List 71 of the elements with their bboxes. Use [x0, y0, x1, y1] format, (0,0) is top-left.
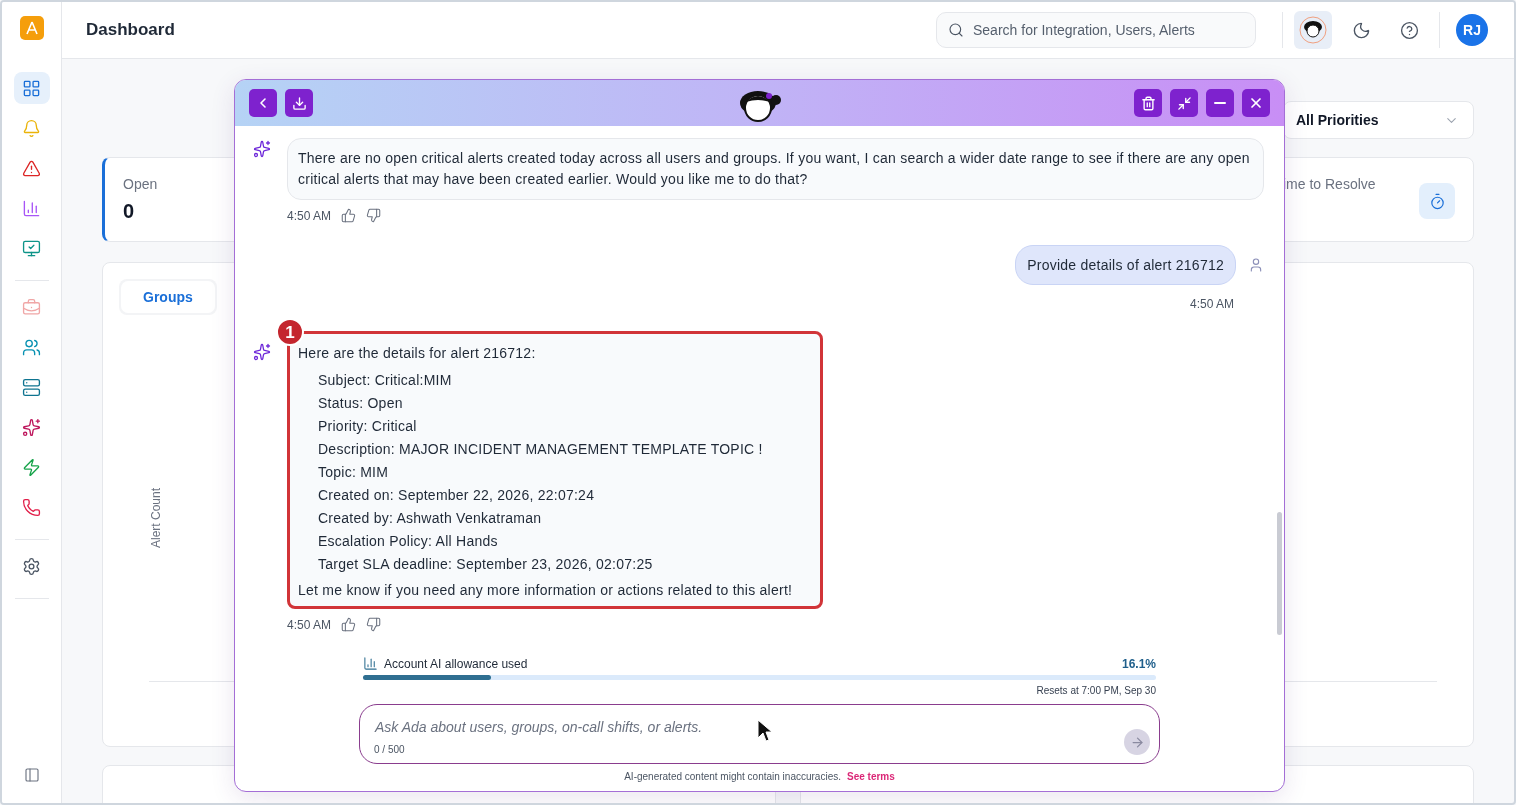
- char-counter: 0 / 500: [374, 744, 405, 755]
- dashboard-icon: [22, 78, 41, 98]
- warning-icon: [22, 158, 41, 178]
- detail-line: Priority: Critical: [317, 417, 418, 436]
- detail-line: Escalation Policy: All Hands: [317, 532, 499, 551]
- stat-label: Open: [123, 176, 158, 192]
- detail-line: Description: MAJOR INCIDENT MANAGEMENT TEMPLATE TOPIC !: [317, 440, 764, 459]
- collapse-button[interactable]: [1170, 89, 1198, 117]
- sidebar-toggle-icon[interactable]: [23, 767, 40, 783]
- user-icon: [1248, 257, 1264, 273]
- search-field[interactable]: Search for Integration, Users, Alerts: [936, 12, 1256, 48]
- thumbs-up-icon[interactable]: [341, 617, 357, 632]
- lightning-icon: [22, 457, 41, 477]
- sidebar-item[interactable]: [13, 72, 50, 104]
- axis-label: Alert Count: [149, 487, 163, 550]
- thumbs-down-icon[interactable]: [366, 617, 382, 632]
- page-title: Dashboard: [86, 20, 176, 40]
- detail-line: Subject: Critical:MIM: [317, 371, 453, 390]
- bar-chart-icon: [363, 656, 378, 671]
- message-text: Here are the details for alert 216712:: [298, 344, 537, 363]
- assistant-button[interactable]: [1294, 11, 1332, 49]
- thumbs-up-icon[interactable]: [341, 208, 357, 223]
- detail-line: Created by: Ashwath Venkatraman: [317, 509, 543, 528]
- tab[interactable]: Groups: [121, 281, 215, 313]
- bar-chart-icon: [22, 198, 41, 218]
- message-time: 4:50 AM: [1189, 297, 1234, 311]
- settings-icon: [22, 556, 41, 576]
- scrollbar[interactable]: [1277, 512, 1282, 635]
- detail-line: Status: Open: [317, 394, 404, 413]
- moon-icon: [1351, 20, 1371, 40]
- help-icon: [1399, 20, 1419, 40]
- annotation-badge: 1: [276, 318, 304, 346]
- priority-dropdown[interactable]: All Priorities: [1283, 101, 1474, 139]
- timer-icon: [1428, 192, 1446, 210]
- terms-link[interactable]: See terms: [847, 771, 895, 782]
- sparkles-icon: [22, 417, 41, 437]
- sparkle-icon: [253, 343, 271, 361]
- disclaimer-text: AI-generated content might contain inaccuracies.: [624, 771, 841, 782]
- collapse-arrows-icon: [1176, 95, 1192, 111]
- bell-icon: [22, 118, 41, 138]
- message-text: Let me know if you need any more information or actions related to this alert!: [298, 581, 794, 600]
- trash-icon: [1140, 95, 1156, 111]
- download-button[interactable]: [285, 89, 313, 117]
- detail-line: Topic: MIM: [317, 463, 390, 482]
- thumbs-down-icon[interactable]: [366, 208, 382, 223]
- allowance-reading: 16.1%: [1121, 656, 1156, 671]
- minimize-button[interactable]: [1206, 89, 1234, 117]
- message-time: 4:50 AM: [287, 617, 332, 632]
- monitor-icon: [22, 238, 41, 258]
- message-text: There are no open critical alerts created today across all users and groups. If you want, I can search a wider date range to see if there are any open critical alerts that may have been created earlier. Would you like me to do that?: [298, 149, 1251, 189]
- search-icon: [948, 22, 964, 38]
- back-button[interactable]: [249, 89, 277, 117]
- server-icon: [22, 377, 41, 397]
- user-message: Provide details of alert 216712: [1015, 245, 1236, 285]
- download-icon: [291, 95, 307, 111]
- reset-note: Resets at 7:00 PM, Sep 30: [1035, 685, 1156, 696]
- detail-line: Target SLA deadline: September 23, 2026, 02:07:25: [317, 555, 654, 574]
- clear-button[interactable]: [1134, 89, 1162, 117]
- close-button[interactable]: [1242, 89, 1270, 117]
- close-icon: [1248, 95, 1264, 111]
- cursor-icon: [757, 719, 773, 743]
- users-icon: [22, 337, 41, 357]
- sparkle-icon: [253, 140, 271, 158]
- detail-line: Created on: September 22, 2026, 22:07:24: [317, 486, 596, 505]
- message-time: 4:50 AM: [287, 208, 332, 223]
- phone-icon: [22, 497, 41, 517]
- allowance-label: Account AI allowance used: [384, 656, 528, 671]
- stat-value: 0: [123, 200, 135, 223]
- minus-icon: [1214, 101, 1226, 105]
- arrow-right-icon: [1129, 734, 1145, 750]
- user-avatar[interactable]: RJ: [1456, 14, 1488, 46]
